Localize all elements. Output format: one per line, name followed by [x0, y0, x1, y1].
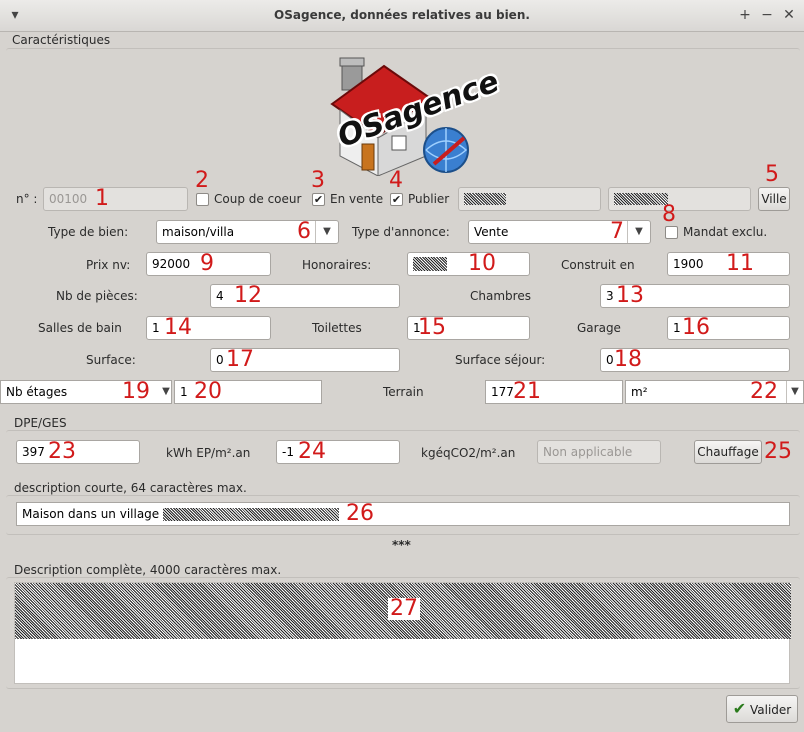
mandat-label: Mandat exclu.: [683, 225, 768, 239]
maximize-icon[interactable]: +: [736, 6, 754, 24]
annotation-25: 25: [764, 439, 792, 464]
annotation-27: 27: [388, 596, 420, 621]
annotation-22: 22: [750, 379, 778, 404]
n-label: n° :: [16, 192, 38, 206]
annotation-21: 21: [513, 379, 541, 404]
title-bar: ▾ OSagence, données relatives au bien. +…: [0, 0, 804, 32]
annotation-6: 6: [297, 219, 311, 244]
garage-label: Garage: [577, 321, 621, 335]
mandat-checkbox[interactable]: [665, 226, 678, 239]
annotation-11: 11: [726, 251, 754, 276]
type-annonce-label: Type d'annonce:: [352, 225, 450, 239]
sdb-label: Salles de bain: [38, 321, 122, 335]
chambres-label: Chambres: [470, 289, 531, 303]
redacted-block: [614, 193, 668, 205]
unit-value: m²: [631, 385, 648, 399]
coup-coeur-label: Coup de coeur: [214, 192, 302, 206]
desc-courte-field[interactable]: Maison dans un village: [16, 502, 790, 526]
annotation-10: 10: [468, 251, 496, 276]
desc-complete-title: Description complète, 4000 caractères ma…: [14, 563, 282, 577]
terrain-label: Terrain: [383, 385, 424, 399]
en-vente-label: En vente: [330, 192, 384, 206]
non-applicable-field[interactable]: Non applicable: [537, 440, 661, 464]
redacted-block: [464, 193, 506, 205]
separator: ***: [392, 538, 411, 552]
check-icon: ✔: [313, 193, 324, 206]
n-field[interactable]: 00100: [43, 187, 188, 211]
minimize-icon[interactable]: −: [758, 6, 776, 24]
annotation-7: 7: [610, 219, 624, 244]
en-vente-checkbox[interactable]: ✔: [312, 193, 325, 206]
caracteristiques-title: Caractéristiques: [12, 33, 111, 47]
annotation-15: 15: [418, 315, 446, 340]
publier-checkbox[interactable]: ✔: [390, 193, 403, 206]
annotation-26: 26: [346, 501, 374, 526]
chauffage-button[interactable]: Chauffage: [694, 440, 762, 464]
publier-field-2[interactable]: [608, 187, 751, 211]
annotation-19: 19: [122, 379, 150, 404]
redacted-block: [413, 257, 447, 271]
annotation-4: 4: [389, 168, 403, 193]
honoraires-label: Honoraires:: [302, 258, 372, 272]
kg-label: kgéqCO2/m².an: [421, 446, 516, 460]
annotation-8: 8: [662, 202, 676, 227]
annotation-9: 9: [200, 251, 214, 276]
type-bien-combo[interactable]: maison/villa ▼: [156, 220, 339, 244]
annotation-24: 24: [298, 439, 326, 464]
type-annonce-value: Vente: [474, 225, 509, 239]
chevron-down-icon[interactable]: ▼: [627, 221, 650, 243]
coup-coeur-checkbox[interactable]: [196, 193, 209, 206]
annotation-23: 23: [48, 439, 76, 464]
publier-field-1[interactable]: [458, 187, 601, 211]
ville-button[interactable]: Ville: [758, 187, 790, 211]
annotation-14: 14: [164, 315, 192, 340]
desc-courte-value: Maison dans un village: [22, 507, 160, 521]
osagence-logo: OSagence: [326, 52, 504, 177]
annotation-2: 2: [195, 168, 209, 193]
annotation-12: 12: [234, 283, 262, 308]
toilettes-label: Toilettes: [312, 321, 362, 335]
pieces-label: Nb de pièces:: [56, 289, 138, 303]
ges-field[interactable]: -1: [276, 440, 400, 464]
annotation-16: 16: [682, 315, 710, 340]
chevron-down-icon[interactable]: ▼: [786, 381, 803, 403]
dpe-field[interactable]: 397: [16, 440, 140, 464]
annotation-17: 17: [226, 347, 254, 372]
valider-button[interactable]: ✔ Valider: [726, 695, 798, 723]
prix-label: Prix nv:: [86, 258, 131, 272]
terrain-field[interactable]: 177: [485, 380, 623, 404]
sejour-label: Surface séjour:: [455, 353, 546, 367]
chevron-down-icon[interactable]: ▼: [161, 381, 171, 403]
check-icon: ✔: [391, 193, 402, 206]
valider-label: Valider: [750, 703, 792, 717]
type-bien-value: maison/villa: [162, 225, 235, 239]
annotation-1: 1: [95, 186, 109, 211]
redacted-block: [163, 508, 340, 521]
annotation-18: 18: [614, 347, 642, 372]
annotation-3: 3: [311, 168, 325, 193]
dpe-title: DPE/GES: [14, 416, 67, 430]
window-title: OSagence, données relatives au bien.: [274, 8, 530, 22]
annotation-20: 20: [194, 379, 222, 404]
chevron-down-icon[interactable]: ▼: [315, 221, 338, 243]
desc-courte-title: description courte, 64 caractères max.: [14, 481, 247, 495]
publier-label: Publier: [408, 192, 450, 206]
close-icon[interactable]: ✕: [780, 6, 798, 24]
annotation-13: 13: [616, 283, 644, 308]
construit-label: Construit en: [561, 258, 635, 272]
surface-label: Surface:: [86, 353, 136, 367]
annotation-5: 5: [765, 162, 779, 187]
kwh-label: kWh EP/m².an: [166, 446, 251, 460]
check-icon: ✔: [732, 699, 747, 718]
etages-value: Nb étages: [6, 385, 68, 399]
type-bien-label: Type de bien:: [48, 225, 129, 239]
